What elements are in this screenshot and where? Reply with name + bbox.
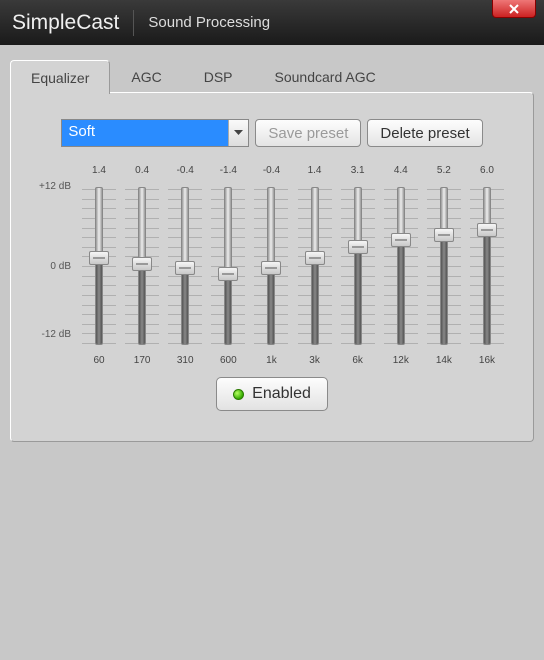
band-value: 1.4 xyxy=(308,165,322,179)
eq-bands: 1.4 60 0.4 170 -0.4 310 -1.4 600 -0.4 1k 1.4 3k 3.1 6… xyxy=(79,165,507,366)
eq-band-60: 1.4 60 xyxy=(79,165,119,366)
save-preset-button[interactable]: Save preset xyxy=(255,119,361,147)
band-freq: 60 xyxy=(93,355,104,366)
db-scale: +12 dB 0 dB -12 dB xyxy=(31,165,75,335)
slider-thumb[interactable] xyxy=(391,233,411,247)
band-value: 6.0 xyxy=(480,165,494,179)
eq-slider[interactable] xyxy=(468,181,506,351)
eq-band-14k: 5.2 14k xyxy=(424,165,464,366)
band-value: 5.2 xyxy=(437,165,451,179)
eq-band-12k: 4.4 12k xyxy=(381,165,421,366)
eq-slider[interactable] xyxy=(296,181,334,351)
band-value: 4.4 xyxy=(394,165,408,179)
enabled-label: Enabled xyxy=(252,385,311,403)
close-button[interactable] xyxy=(492,0,536,18)
band-value: 1.4 xyxy=(92,165,106,179)
eq-band-16k: 6.0 16k xyxy=(467,165,507,366)
slider-thumb[interactable] xyxy=(348,240,368,254)
slider-thumb[interactable] xyxy=(305,251,325,265)
slider-thumb[interactable] xyxy=(132,257,152,271)
window-subtitle: Sound Processing xyxy=(148,14,270,31)
eq-slider[interactable] xyxy=(252,181,290,351)
app-title: SimpleCast xyxy=(12,11,119,35)
chevron-down-icon xyxy=(228,120,248,146)
eq-slider[interactable] xyxy=(382,181,420,351)
slider-thumb[interactable] xyxy=(175,261,195,275)
band-value: 0.4 xyxy=(135,165,149,179)
enabled-toggle[interactable]: Enabled xyxy=(216,377,328,411)
close-icon xyxy=(508,4,520,14)
slider-thumb[interactable] xyxy=(434,228,454,242)
eq-band-310: -0.4 310 xyxy=(165,165,205,366)
band-freq: 600 xyxy=(220,355,237,366)
band-value: 3.1 xyxy=(351,165,365,179)
eq-slider[interactable] xyxy=(123,181,161,351)
band-freq: 14k xyxy=(436,355,452,366)
eq-band-600: -1.4 600 xyxy=(208,165,248,366)
band-value: -0.4 xyxy=(177,165,194,179)
delete-preset-button[interactable]: Delete preset xyxy=(367,119,482,147)
title-divider xyxy=(133,10,134,36)
tab-agc[interactable]: AGC xyxy=(110,59,182,93)
titlebar: SimpleCast Sound Processing xyxy=(0,0,544,45)
equalizer-panel: Soft Save preset Delete preset +12 dB 0 … xyxy=(10,92,534,442)
eq-slider[interactable] xyxy=(80,181,118,351)
band-freq: 1k xyxy=(266,355,277,366)
slider-thumb[interactable] xyxy=(218,267,238,281)
band-freq: 310 xyxy=(177,355,194,366)
preset-select[interactable]: Soft xyxy=(61,119,249,147)
eq-band-170: 0.4 170 xyxy=(122,165,162,366)
eq-slider[interactable] xyxy=(339,181,377,351)
slider-thumb[interactable] xyxy=(477,223,497,237)
band-freq: 6k xyxy=(352,355,363,366)
preset-selected: Soft xyxy=(62,120,228,146)
band-value: -0.4 xyxy=(263,165,280,179)
tab-dsp[interactable]: DSP xyxy=(183,59,254,93)
eq-slider[interactable] xyxy=(166,181,204,351)
eq-band-6k: 3.1 6k xyxy=(338,165,378,366)
scale-plus12: +12 dB xyxy=(39,181,71,192)
band-freq: 170 xyxy=(134,355,151,366)
status-led-icon xyxy=(233,389,244,400)
tab-equalizer[interactable]: Equalizer xyxy=(10,60,110,94)
band-value: -1.4 xyxy=(220,165,237,179)
band-freq: 3k xyxy=(309,355,320,366)
eq-slider[interactable] xyxy=(209,181,247,351)
eq-slider[interactable] xyxy=(425,181,463,351)
band-freq: 12k xyxy=(393,355,409,366)
eq-band-3k: 1.4 3k xyxy=(295,165,335,366)
slider-thumb[interactable] xyxy=(261,261,281,275)
band-freq: 16k xyxy=(479,355,495,366)
scale-minus12: -12 dB xyxy=(42,329,71,340)
eq-band-1k: -0.4 1k xyxy=(251,165,291,366)
slider-thumb[interactable] xyxy=(89,251,109,265)
tab-soundcard-agc[interactable]: Soundcard AGC xyxy=(254,59,397,93)
tab-bar: EqualizerAGCDSPSoundcard AGC xyxy=(10,59,534,93)
scale-zero: 0 dB xyxy=(50,261,71,272)
